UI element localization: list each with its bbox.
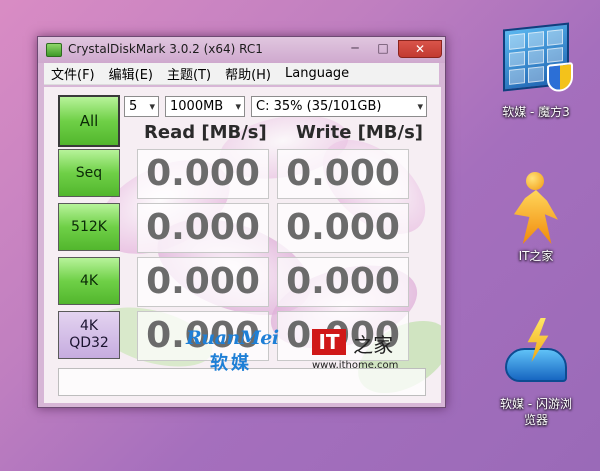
menu-bar: 文件(F) 编辑(E) 主题(T) 帮助(H) Language [44,63,439,85]
seq-button[interactable]: Seq [58,149,120,197]
4k-qd32-label-line2: QD32 [69,335,109,351]
chevron-down-icon: ▾ [149,100,155,113]
menu-theme[interactable]: 主题(T) [160,64,218,83]
512k-write-result: 0.000 [277,203,409,253]
4k-qd32-label-line1: 4K [79,318,99,334]
ruanmei-watermark-latin: RuanMei [186,327,279,349]
ithome-watermark-mark: IT [312,329,346,355]
ruanmei-watermark: RuanMei 软媒 [186,327,279,375]
4k-qd32-button[interactable]: 4K QD32 [58,311,120,359]
test-size-value: 1000MB [170,99,224,114]
write-column-header: Write [MB/s] [296,122,424,143]
desktop-label-ithome: IT之家 [518,249,554,263]
read-column-header: Read [MB/s] [144,122,267,143]
desktop-icon-rubik[interactable]: 软媒 - 魔方3 [486,22,586,120]
desktop-label-browser-2: 览器 [523,413,548,427]
4k-write-result: 0.000 [277,257,409,307]
window-title: CrystalDiskMark 3.0.2 (x64) RC1 [68,42,263,56]
title-bar[interactable]: CrystalDiskMark 3.0.2 (x64) RC1 ─ □ ✕ [38,37,445,63]
browser-app-icon [500,318,572,390]
4k-read-result: 0.000 [137,257,269,307]
menu-file[interactable]: 文件(F) [44,64,102,83]
512k-button[interactable]: 512K [58,203,120,251]
seq-write-result: 0.000 [277,149,409,199]
drive-value: C: 35% (35/101GB) [256,99,382,114]
menu-edit[interactable]: 编辑(E) [102,64,160,83]
app-icon [46,43,62,57]
test-count-select[interactable]: 5 ▾ [124,96,159,117]
desktop-icon-ithome[interactable]: IT之家 [486,170,586,264]
ruanmei-watermark-cn: 软媒 [210,353,252,374]
test-size-select[interactable]: 1000MB ▾ [165,96,245,117]
desktop-label-rubik: 软媒 - 魔方3 [502,105,570,119]
seq-read-result: 0.000 [137,149,269,199]
shield-icon [547,62,573,93]
512k-read-result: 0.000 [137,203,269,253]
menu-language[interactable]: Language [278,66,356,81]
test-count-value: 5 [129,99,138,114]
benchmark-panel: All 5 ▾ 1000MB ▾ C: 35% (35/101GB) ▾ Rea… [44,87,441,403]
close-button[interactable]: ✕ [398,40,442,58]
desktop-label-browser-1: 软媒 - 闪游浏 [500,397,572,411]
run-all-button[interactable]: All [58,95,120,147]
crystaldiskmark-window: CrystalDiskMark 3.0.2 (x64) RC1 ─ □ ✕ 文件… [37,36,446,408]
ithome-watermark-cn: 之家 [353,333,394,357]
ithome-watermark: IT 之家 www.ithome.com [312,329,412,371]
ithome-watermark-url: www.ithome.com [312,360,399,371]
chevron-down-icon: ▾ [235,100,241,113]
chevron-down-icon: ▾ [417,100,423,113]
drive-select[interactable]: C: 35% (35/101GB) ▾ [251,96,427,117]
minimize-button[interactable]: ─ [341,40,369,58]
menu-help[interactable]: 帮助(H) [218,64,278,83]
maximize-button[interactable]: □ [369,40,397,58]
rubik-app-icon [500,22,573,98]
desktop-icon-browser[interactable]: 软媒 - 闪游浏 览器 [486,318,586,428]
4k-button[interactable]: 4K [58,257,120,305]
ithome-app-icon [500,170,572,244]
